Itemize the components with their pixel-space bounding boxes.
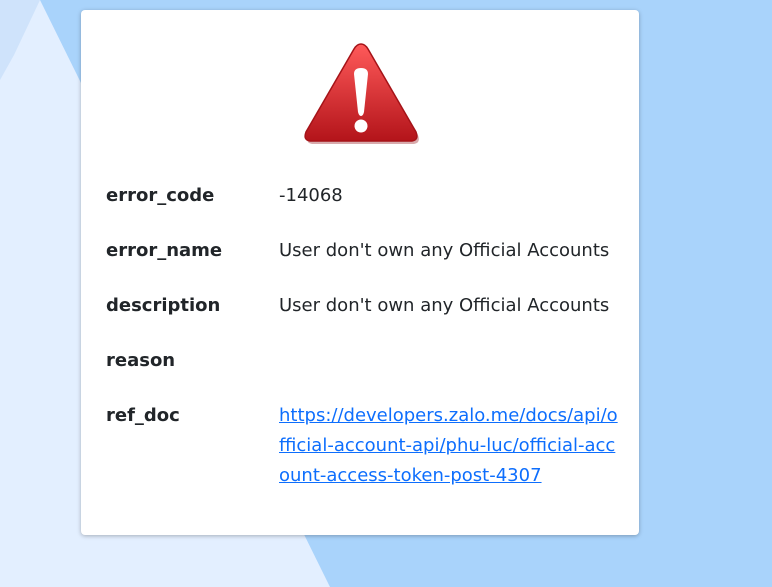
description-value: User don't own any Official Accounts — [279, 295, 610, 316]
warning-icon — [304, 43, 419, 144]
ref-doc-label: ref_doc — [106, 405, 180, 426]
ref-doc-link[interactable]: https://developers.zalo.me/docs/api/offi… — [279, 401, 623, 491]
error-code-label: error_code — [106, 185, 215, 206]
error-name-value: User don't own any Official Accounts — [279, 240, 610, 261]
error-code-value: -14068 — [279, 185, 343, 206]
reason-label: reason — [106, 350, 176, 371]
error-name-label: error_name — [106, 240, 223, 261]
description-label: description — [106, 295, 221, 316]
error-card: error_code -14068 error_name User don't … — [81, 10, 639, 535]
